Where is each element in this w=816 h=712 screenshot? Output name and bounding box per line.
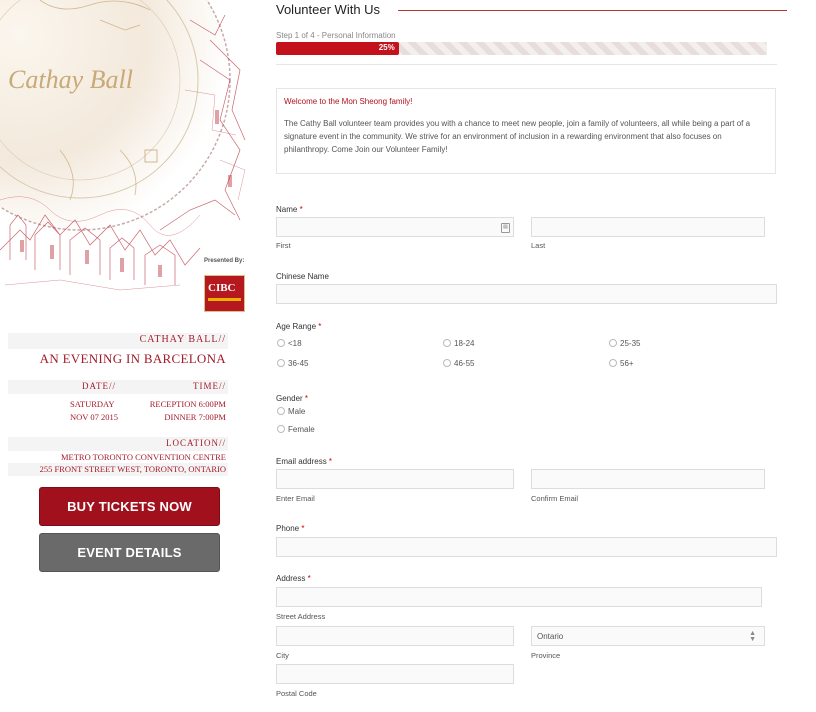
radio-circle-icon[interactable]: [277, 339, 285, 347]
chinese-name-input[interactable]: [276, 284, 777, 304]
location-label: LOCATION//: [166, 438, 226, 448]
welcome-title: Welcome to the Mon Sheong family!: [284, 97, 413, 106]
select-arrows-icon: ▲ ▼: [749, 630, 756, 643]
name-label: Name *: [276, 205, 303, 214]
city-sublabel: City: [276, 651, 289, 660]
welcome-box: Welcome to the Mon Sheong family! The Ca…: [276, 88, 776, 174]
radio-circle-icon[interactable]: [277, 407, 285, 415]
street-address-sublabel: Street Address: [276, 612, 326, 621]
step-indicator: Step 1 of 4 - Personal Information: [276, 31, 396, 40]
event-day: SATURDAY: [70, 399, 115, 409]
age-radio-25-35[interactable]: 25-35: [609, 339, 640, 348]
age-radio-36-45[interactable]: 36-45: [277, 359, 308, 368]
age-radio-46-55[interactable]: 46-55: [443, 359, 474, 368]
title-divider: [398, 10, 787, 11]
email-label: Email address *: [276, 457, 333, 466]
progress-divider: [276, 64, 777, 65]
presented-by-label: Presented By:: [204, 258, 245, 264]
progress-fill: 25%: [276, 42, 399, 55]
address-label: Address *: [276, 574, 311, 583]
postal-code-input[interactable]: [276, 664, 514, 684]
sponsor-logo-text: CIBC: [208, 282, 236, 294]
radio-circle-icon[interactable]: [443, 359, 451, 367]
page-title: Volunteer With Us: [276, 2, 381, 17]
time-label: TIME//: [193, 381, 226, 391]
province-selected-value: Ontario: [537, 632, 564, 641]
radio-circle-icon[interactable]: [609, 339, 617, 347]
last-name-input[interactable]: [531, 217, 765, 237]
last-name-sublabel: Last: [531, 241, 546, 250]
gender-radio-female[interactable]: Female: [277, 425, 315, 434]
date-label: DATE//: [82, 381, 116, 391]
radio-circle-icon[interactable]: [277, 425, 285, 433]
enter-email-sublabel: Enter Email: [276, 494, 315, 503]
venue-address: 255 FRONT STREET WEST, TORONTO, ONTARIO: [39, 464, 226, 474]
reception-time: RECEPTION 6:00PM: [149, 399, 226, 409]
age-radio-18-24[interactable]: 18-24: [443, 339, 474, 348]
event-sidebar: Cathay Ball Presented By: CIBC CATHAY BA…: [0, 0, 250, 712]
artwork-title: Cathay Ball: [8, 65, 133, 94]
radio-circle-icon[interactable]: [609, 359, 617, 367]
confirm-email-sublabel: Confirm Email: [531, 494, 579, 503]
dinner-time: DINNER 7:00PM: [164, 412, 226, 422]
sponsor-logo: CIBC: [204, 275, 245, 312]
gender-radio-male[interactable]: Male: [277, 407, 305, 416]
province-sublabel: Province: [531, 651, 561, 660]
radio-circle-icon[interactable]: [277, 359, 285, 367]
autofill-icon[interactable]: ▤: [501, 223, 510, 233]
phone-label: Phone *: [276, 524, 305, 533]
city-input[interactable]: [276, 626, 514, 646]
radio-circle-icon[interactable]: [443, 339, 451, 347]
province-select[interactable]: Ontario ▲ ▼: [531, 626, 765, 646]
age-radio-56-plus[interactable]: 56+: [609, 359, 634, 368]
chinese-name-label: Chinese Name: [276, 272, 329, 281]
event-label: CATHAY BALL//: [139, 334, 226, 345]
event-date: NOV 07 2015: [70, 412, 119, 422]
first-name-input[interactable]: ▤: [276, 217, 514, 237]
cathay-ball-artwork: Cathay Ball: [0, 0, 250, 300]
age-range-label: Age Range *: [276, 322, 322, 331]
confirm-email-input[interactable]: [531, 469, 765, 489]
event-name: AN EVENING IN BARCELONA: [39, 351, 226, 366]
gender-label: Gender *: [276, 394, 309, 403]
email-input[interactable]: [276, 469, 514, 489]
event-details-button[interactable]: EVENT DETAILS: [39, 533, 220, 572]
venue-name: METRO TORONTO CONVENTION CENTRE: [60, 452, 226, 462]
postal-code-sublabel: Postal Code: [276, 689, 317, 698]
first-name-sublabel: First: [276, 241, 291, 250]
welcome-body: The Cathy Ball volunteer team provides y…: [284, 119, 751, 154]
age-radio-under-18[interactable]: <18: [277, 339, 302, 348]
progress-label: 25%: [378, 43, 395, 52]
progress-bar: 25%: [276, 42, 767, 55]
phone-input[interactable]: [276, 537, 777, 557]
street-address-input[interactable]: [276, 587, 762, 607]
buy-tickets-button[interactable]: BUY TICKETS NOW: [39, 487, 220, 526]
